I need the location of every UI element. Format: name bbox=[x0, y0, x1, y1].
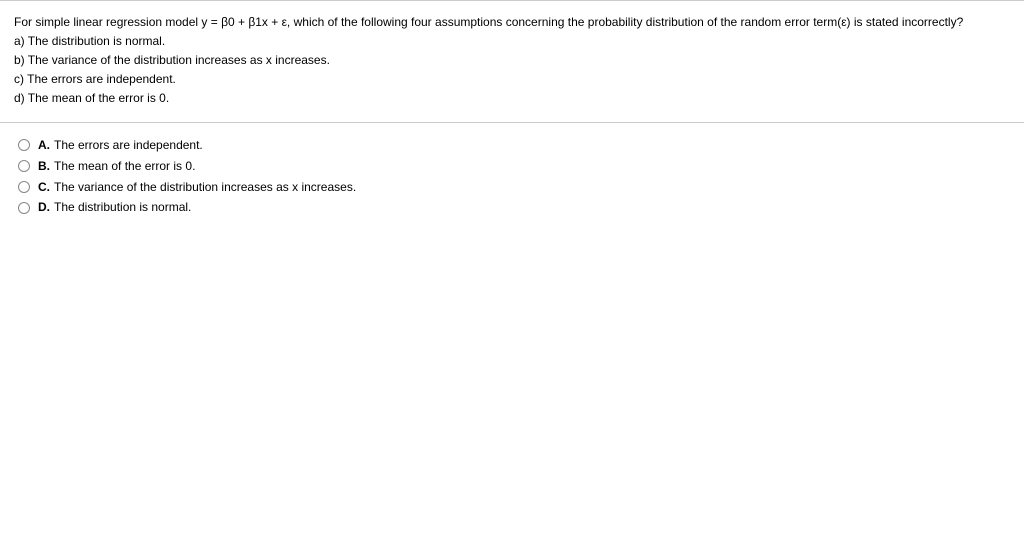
radio-icon[interactable] bbox=[18, 160, 30, 172]
question-prompt: For simple linear regression model y = β… bbox=[14, 13, 1010, 31]
answer-option-a[interactable]: A. The errors are independent. bbox=[18, 137, 1010, 154]
question-subpart-b: b) The variance of the distribution incr… bbox=[14, 51, 1010, 69]
radio-icon[interactable] bbox=[18, 139, 30, 151]
question-subpart-c: c) The errors are independent. bbox=[14, 70, 1010, 88]
answer-text: The distribution is normal. bbox=[54, 199, 191, 216]
answer-letter: D. bbox=[38, 199, 50, 216]
answer-letter: C. bbox=[38, 179, 50, 196]
answer-option-b[interactable]: B. The mean of the error is 0. bbox=[18, 158, 1010, 175]
answer-section: A. The errors are independent. B. The me… bbox=[0, 123, 1024, 234]
answer-text: The variance of the distribution increas… bbox=[54, 179, 356, 196]
answer-option-c[interactable]: C. The variance of the distribution incr… bbox=[18, 179, 1010, 196]
answer-text: The mean of the error is 0. bbox=[54, 158, 195, 175]
answer-letter: A. bbox=[38, 137, 50, 154]
answer-text: The errors are independent. bbox=[54, 137, 203, 154]
question-subpart-a: a) The distribution is normal. bbox=[14, 32, 1010, 50]
radio-icon[interactable] bbox=[18, 202, 30, 214]
radio-icon[interactable] bbox=[18, 181, 30, 193]
question-section: For simple linear regression model y = β… bbox=[0, 1, 1024, 122]
answer-option-d[interactable]: D. The distribution is normal. bbox=[18, 199, 1010, 216]
answer-letter: B. bbox=[38, 158, 50, 175]
question-subpart-d: d) The mean of the error is 0. bbox=[14, 89, 1010, 107]
